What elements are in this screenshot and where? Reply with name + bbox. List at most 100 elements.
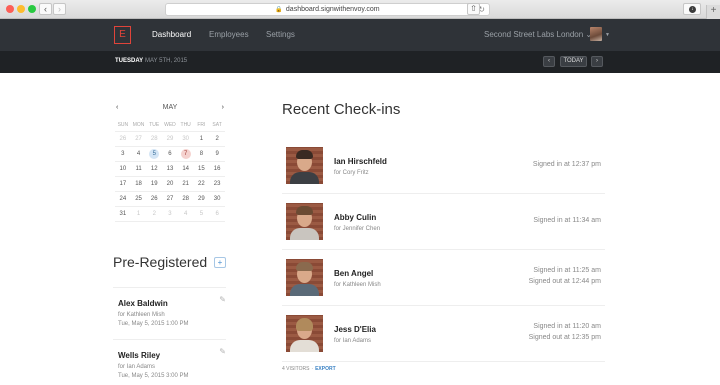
calendar-day[interactable]: 28: [177, 191, 194, 207]
edit-pencil-icon[interactable]: ✎: [219, 295, 226, 304]
host-name: for Cory Fritz: [334, 170, 369, 176]
calendar-day[interactable]: 4: [130, 146, 147, 162]
calendar-day[interactable]: 14: [177, 161, 194, 177]
calendar-day[interactable]: 5: [146, 146, 163, 162]
calendar-day[interactable]: 6: [162, 146, 178, 162]
calendar-day[interactable]: 13: [162, 161, 178, 177]
calendar-day[interactable]: 24: [115, 191, 131, 207]
calendar-week: 26 27 28 29 30 1 2: [115, 131, 225, 147]
next-month-icon[interactable]: ›: [222, 104, 224, 111]
signed-in-time: Signed in at 11:20 am: [533, 323, 601, 330]
previous-month-icon[interactable]: ‹: [116, 104, 118, 111]
company-switcher[interactable]: Second Street Labs London ⌄: [484, 30, 592, 39]
nav-dashboard[interactable]: Dashboard: [152, 30, 191, 39]
calendar-day[interactable]: 15: [193, 161, 210, 177]
today-button[interactable]: TODAY: [560, 56, 587, 67]
calendar-day[interactable]: 18: [130, 176, 147, 192]
calendar-day[interactable]: 29: [162, 131, 178, 147]
calendar-day-number: 20: [166, 180, 174, 187]
calendar-day[interactable]: 27: [162, 191, 178, 207]
previous-day-button[interactable]: ‹: [543, 56, 555, 67]
back-arrow-icon[interactable]: ‹: [39, 3, 52, 15]
calendar-day-number: 8: [199, 150, 204, 157]
weekday-label: TUE: [146, 119, 163, 132]
calendar-day[interactable]: 6: [209, 206, 225, 222]
calendar-day[interactable]: 1: [193, 131, 210, 147]
calendar-day[interactable]: 25: [130, 191, 147, 207]
nav-settings[interactable]: Settings: [266, 30, 295, 39]
calendar-day[interactable]: 30: [177, 131, 194, 147]
calendar-day[interactable]: 27: [130, 131, 147, 147]
checkin-row[interactable]: Jess D'Elia for Ian Adams Signed in at 1…: [282, 306, 605, 362]
calendar-day[interactable]: 3: [162, 206, 178, 222]
calendar-day[interactable]: 7: [177, 146, 194, 162]
weekday-label: WED: [162, 119, 178, 132]
preregistered-item[interactable]: Alex Baldwin for Kathleen Mish Tue, May …: [113, 287, 226, 334]
add-preregistration-button[interactable]: +: [214, 257, 226, 268]
calendar-day-number: 2: [152, 210, 156, 217]
calendar-day[interactable]: 16: [209, 161, 225, 177]
checkin-row[interactable]: Ian Hirschfeld for Cory Fritz Signed in …: [282, 138, 605, 194]
new-tab-icon[interactable]: +: [706, 5, 720, 19]
calendar-day[interactable]: 22: [193, 176, 210, 192]
calendar-day[interactable]: 9: [209, 146, 225, 162]
calendar-day-number: 22: [198, 180, 205, 187]
next-day-button[interactable]: ›: [591, 56, 603, 67]
calendar-day[interactable]: 19: [146, 176, 163, 192]
calendar-day-number: 26: [150, 195, 158, 202]
calendar-day[interactable]: 23: [209, 176, 225, 192]
maximize-window-button[interactable]: [28, 5, 36, 13]
calendar-day-number: 3: [121, 150, 125, 157]
calendar-day-number: 3: [168, 210, 172, 217]
calendar-day-number: 6: [168, 150, 172, 157]
calendar-day-number: 17: [119, 180, 127, 187]
calendar-day-number: 23: [213, 180, 221, 187]
calendar-day[interactable]: 12: [146, 161, 163, 177]
calendar-week: 3 4 5 6 7 8 9: [115, 146, 225, 162]
selected-day-badge: 5: [149, 148, 160, 159]
address-bar[interactable]: 🔒 dashboard.signwithenvoy.com ↻: [165, 3, 490, 16]
calendar-day[interactable]: 2: [146, 206, 163, 222]
calendar-day[interactable]: 3: [115, 146, 131, 162]
calendar-header: MAY ‹ ›: [115, 104, 225, 114]
host-name: for Kathleen Mish: [118, 312, 165, 318]
app-header: E Dashboard Employees Settings Second St…: [0, 19, 720, 51]
calendar-day[interactable]: 21: [177, 176, 194, 192]
export-link[interactable]: EXPORT: [315, 366, 336, 372]
chevron-down-icon[interactable]: ▼: [605, 32, 610, 38]
nav-employees[interactable]: Employees: [209, 30, 249, 39]
downloads-button[interactable]: ↓: [683, 3, 701, 15]
calendar-day[interactable]: 31: [115, 206, 131, 222]
minimize-window-button[interactable]: [17, 5, 25, 13]
calendar-day[interactable]: 1: [130, 206, 147, 222]
calendar-day[interactable]: 26: [115, 131, 131, 147]
browser-chrome: ‹ › 🔒 dashboard.signwithenvoy.com ↻ ⇧ ↓ +: [0, 0, 720, 19]
checkin-row[interactable]: Ben Angel for Kathleen Mish Signed in at…: [282, 250, 605, 306]
calendar-day-number: 15: [198, 165, 205, 172]
visitor-name: Jess D'Elia: [334, 325, 376, 334]
close-window-button[interactable]: [6, 5, 14, 13]
calendar-day[interactable]: 4: [177, 206, 194, 222]
calendar-day[interactable]: 2: [209, 131, 225, 147]
avatar[interactable]: [590, 27, 602, 41]
calendar-day[interactable]: 30: [209, 191, 225, 207]
calendar-day[interactable]: 8: [193, 146, 210, 162]
signed-in-time: Signed in at 11:34 am: [533, 217, 601, 224]
calendar-day[interactable]: 26: [146, 191, 163, 207]
checkin-row[interactable]: Abby Culin for Jennifer Chen Signed in a…: [282, 194, 605, 250]
share-icon[interactable]: ⇧: [467, 3, 480, 15]
edit-pencil-icon[interactable]: ✎: [219, 347, 226, 356]
calendar-day[interactable]: 29: [193, 191, 210, 207]
preregistered-item[interactable]: Wells Riley for Ian Adams Tue, May 5, 20…: [113, 339, 226, 385]
weekday-label: SUN: [115, 119, 131, 132]
calendar-day[interactable]: 5: [193, 206, 210, 222]
calendar-day-number: 6: [215, 210, 219, 217]
calendar-day[interactable]: 28: [146, 131, 163, 147]
envoy-logo[interactable]: E: [114, 26, 131, 44]
calendar-day[interactable]: 20: [162, 176, 178, 192]
calendar-day[interactable]: 10: [115, 161, 131, 177]
calendar-day[interactable]: 17: [115, 176, 131, 192]
visitor-name: Wells Riley: [118, 351, 161, 360]
calendar-day[interactable]: 11: [130, 161, 147, 177]
forward-arrow-icon[interactable]: ›: [53, 3, 66, 15]
